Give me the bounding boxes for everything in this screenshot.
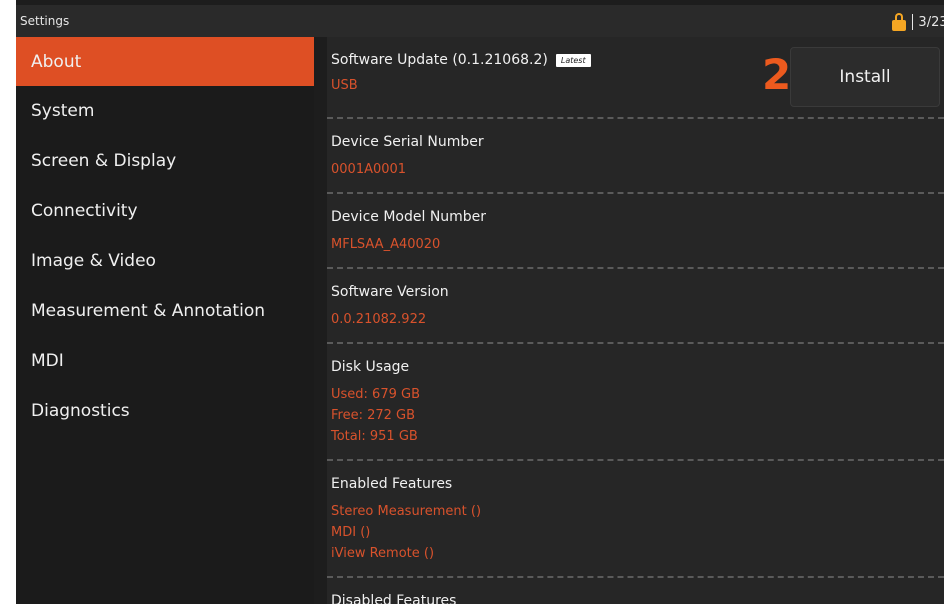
disk-usage-section: Disk Usage Used: 679 GB Free: 272 GB Tot… [327,344,944,461]
software-update-section: Software Update (0.1.21068.2) Latest USB… [327,37,944,119]
serial-value: 0001A0001 [331,162,407,177]
sidebar-item-image-video[interactable]: Image & Video [16,236,314,286]
sidebar-item-about[interactable]: About [16,37,314,86]
sidebar-item-label: Measurement & Annotation [31,301,265,321]
sidebar-item-system[interactable]: System [16,86,314,136]
model-section: Device Model Number MFLSAA_A40020 [327,194,944,269]
disk-usage-values: Used: 679 GB Free: 272 GB Total: 951 GB [331,384,944,459]
datetime: 3/23/ [918,14,944,30]
disk-total: Total: 951 GB [331,429,418,444]
sidebar-item-label: Connectivity [31,201,138,221]
disk-usage-label: Disk Usage [331,359,410,375]
sidebar-item-screen-display[interactable]: Screen & Display [16,136,314,186]
sidebar-item-label: MDI [31,351,64,371]
window-title: Settings [20,14,70,28]
latest-badge: Latest [555,53,591,67]
status-divider [912,14,914,30]
disk-used: Used: 679 GB [331,387,420,402]
feature-item: Stereo Measurement () [331,504,482,519]
sidebar-item-measurement-annotation[interactable]: Measurement & Annotation [16,286,314,336]
feature-item: iView Remote () [331,546,435,561]
step-number: 2 [762,50,792,99]
serial-section: Device Serial Number 0001A0001 [327,119,944,194]
feature-item: MDI () [331,525,371,540]
version-value: 0.0.21082.922 [331,312,427,327]
device-screen: Settings 3/23/ About System Screen & Dis… [16,0,944,604]
model-label: Device Model Number [331,209,487,225]
sidebar-item-label: Screen & Display [31,151,177,171]
enabled-features-section: Enabled Features Stereo Measurement () M… [327,461,944,578]
settings-sidebar: About System Screen & Display Connectivi… [16,37,314,604]
sidebar-item-label: About [31,51,82,72]
lock-icon [892,13,907,31]
version-values: 0.0.21082.922 [331,309,944,342]
install-button[interactable]: Install [790,47,940,107]
enabled-features-label: Enabled Features [331,476,453,492]
top-bar: Settings 3/23/ [16,5,944,37]
status-area: 3/23/ [892,13,944,31]
sidebar-item-mdi[interactable]: MDI [16,336,314,386]
disabled-features-section: Disabled Features [327,578,944,604]
serial-label: Device Serial Number [331,134,484,150]
version-label: Software Version [331,284,449,300]
model-value: MFLSAA_A40020 [331,237,441,252]
sidebar-item-label: System [31,101,95,121]
software-update-label: Software Update (0.1.21068.2) [331,52,548,68]
disk-free: Free: 272 GB [331,408,416,423]
disabled-features-label: Disabled Features [331,593,457,604]
model-values: MFLSAA_A40020 [331,234,944,267]
sidebar-item-label: Image & Video [31,251,156,271]
serial-values: 0001A0001 [331,159,944,192]
about-panel: Software Update (0.1.21068.2) Latest USB… [327,37,944,604]
enabled-features-values: Stereo Measurement () MDI () iView Remot… [331,501,944,576]
sidebar-item-diagnostics[interactable]: Diagnostics [16,386,314,436]
version-section: Software Version 0.0.21082.922 [327,269,944,344]
sidebar-item-label: Diagnostics [31,401,130,421]
sidebar-item-connectivity[interactable]: Connectivity [16,186,314,236]
